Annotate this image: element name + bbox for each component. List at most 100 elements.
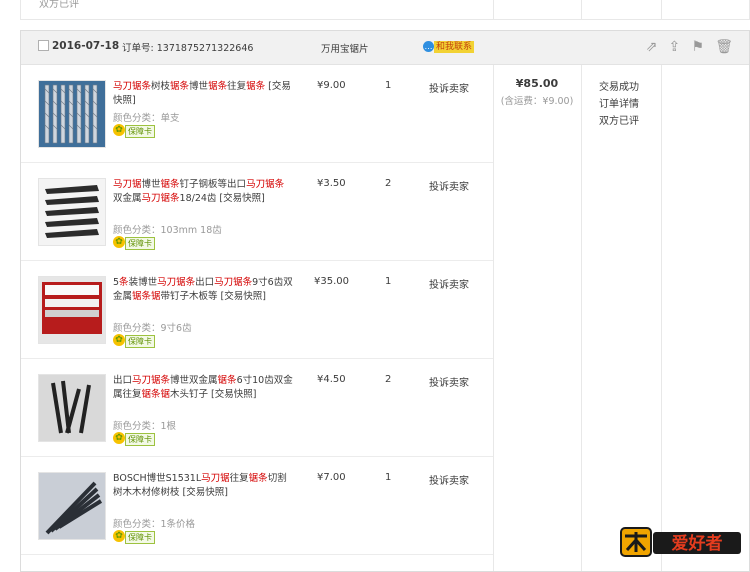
unit-price: ¥35.00 [314,276,349,287]
guarantee-label: 保障卡 [125,125,155,138]
guarantee-label: 保障卡 [125,335,155,348]
sku-info: 颜色分类：单支 [113,110,180,124]
order-actions: ⇗ ⇪ ⚑ 🗑 [638,39,733,55]
review-status-link[interactable]: 双方已评 [599,113,639,130]
unit-price: ¥4.50 [317,374,346,385]
order-select-checkbox[interactable] [38,40,49,51]
sku-value: 103mm 18齿 [160,225,222,236]
sku-info: 颜色分类：1根 [113,418,176,432]
title-segment: 钉子钢板等出口 [179,179,247,190]
title-segment: 往复 [229,473,249,484]
shop-name-link[interactable]: 万用宝锯片 [321,41,369,55]
column-divider [493,65,494,571]
title-segment: 马刀锯条 [141,193,180,204]
order-total: ¥85.00 (含运费：¥9.00) [493,77,581,107]
title-segment: 马刀锯条 [113,81,152,92]
product-thumbnail[interactable] [38,374,106,442]
sku-value: 1根 [160,421,177,432]
order-card: 2016-07-18 订单号: 1371875271322646 万用宝锯片 …… [20,30,750,572]
quantity: 1 [385,80,392,91]
complain-seller-link[interactable]: 投诉卖家 [429,80,469,95]
title-segment: 锯条锯 [141,389,171,400]
order-item-row: 马刀锯博世锯条钉子钢板等出口马刀锯条双金属马刀锯条18/24齿 [交易快照] 颜色… [21,163,493,261]
product-thumbnail[interactable] [38,80,106,148]
sku-label: 颜色分类： [113,519,161,530]
title-segment: 锯条 [248,473,268,484]
logo-text: 爱好者 [672,533,723,554]
shipping-fee: (含运费：¥9.00) [500,96,574,107]
unit-price: ¥9.00 [317,80,346,91]
previous-order-row: 双方已评 [20,0,750,20]
order-item-row: 出口马刀锯条博世双金属锯条6寸10齿双金属往复锯条锯木头钉子 [交易快照] 颜色分… [21,359,493,457]
sku-label: 颜色分类： [113,225,161,236]
sku-value: 9寸6齿 [160,323,192,334]
title-segment: 双金属 [113,193,142,204]
title-segment: 装博世 [128,277,158,288]
guarantee-icon: ✿ [113,236,125,248]
order-header: 2016-07-18 订单号: 1371875271322646 万用宝锯片 …… [21,31,749,65]
title-segment: 锯条 [170,81,190,92]
order-item-row: 5条装博世马刀锯条出口马刀锯条9寸6齿双金属锯条锯带钉子木板等 [交易快照] 颜色… [21,261,493,359]
chat-bubble-icon: … [423,41,434,52]
column-divider [661,65,662,571]
title-segment: 条 [119,277,129,288]
product-title-link[interactable]: 出口马刀锯条博世双金属锯条6寸10齿双金属往复锯条锯木头钉子 [交易快照] [113,374,293,402]
complain-seller-link[interactable]: 投诉卖家 [429,472,469,487]
title-segment: 马刀锯条 [246,179,285,190]
unit-price: ¥3.50 [317,178,346,189]
product-title-link[interactable]: 马刀锯条树枝锯条博世锯条往复锯条 [交易快照] [113,80,293,108]
column-divider [493,0,494,19]
title-segment: 18/24齿 [交易快照] [179,193,265,204]
title-segment: 马刀锯条 [157,277,196,288]
order-status: 交易成功 订单详情 双方已评 [599,79,639,130]
total-price: ¥85.00 [515,77,559,90]
product-thumbnail[interactable] [38,472,106,540]
contact-label: 和我联系 [434,41,475,53]
order-item-row: 马刀锯条树枝锯条博世锯条往复锯条 [交易快照] 颜色分类：单支 ✿ 保障卡 ¥9.00 1… [21,65,493,163]
quantity: 2 [385,178,392,189]
guarantee-icon: ✿ [113,124,125,136]
title-segment: 锯条 [160,179,180,190]
trash-icon[interactable]: 🗑 [715,39,733,55]
sku-label: 颜色分类： [113,323,161,334]
product-title-link[interactable]: BOSCH博世S1531L马刀锯往复锯条切割树木木材修树枝 [交易快照] [113,472,293,500]
complain-seller-link[interactable]: 投诉卖家 [429,276,469,291]
title-segment: BOSCH博世S1531L [113,473,202,484]
guarantee-icon: ✿ [113,530,125,542]
title-segment: 马刀锯 [113,179,142,190]
column-divider [581,65,582,571]
title-segment: 马刀锯条 [214,277,253,288]
order-date: 2016-07-18 [52,40,120,52]
complain-seller-link[interactable]: 投诉卖家 [429,374,469,389]
complain-seller-link[interactable]: 投诉卖家 [429,178,469,193]
guarantee-label: 保障卡 [125,433,155,446]
product-title-link[interactable]: 5条装博世马刀锯条出口马刀锯条9寸6齿双金属锯条锯带钉子木板等 [交易快照] [113,276,293,304]
title-segment: 带钉子木板等 [交易快照] [160,291,266,302]
sku-value: 1条价格 [160,519,196,530]
title-segment: 马刀锯条 [132,375,171,386]
share-icon[interactable]: ⇗ [646,39,658,55]
status-text: 交易成功 [599,82,639,93]
product-thumbnail[interactable] [38,178,106,246]
title-segment: 树枝 [151,81,171,92]
title-segment: 木头钉子 [交易快照] [170,389,257,400]
title-segment: 博世 [189,81,209,92]
order-detail-link[interactable]: 订单详情 [599,96,639,113]
title-segment: 锯条 [246,81,266,92]
site-logo: 爱好者 [617,522,745,560]
guarantee-label: 保障卡 [125,531,155,544]
quantity: 1 [385,276,392,287]
sku-info: 颜色分类：9寸6齿 [113,320,192,334]
product-thumbnail[interactable] [38,276,106,344]
sku-value: 单支 [160,113,180,124]
upload-icon[interactable]: ⇪ [669,39,681,55]
sku-label: 颜色分类： [113,113,161,124]
title-segment: 博世 [141,179,161,190]
guarantee-icon: ✿ [113,334,125,346]
sku-info: 颜色分类：1条价格 [113,516,195,530]
flag-icon[interactable]: ⚑ [691,39,704,55]
title-segment: 锯条 [217,375,237,386]
product-title-link[interactable]: 马刀锯博世锯条钉子钢板等出口马刀锯条双金属马刀锯条18/24齿 [交易快照] [113,178,293,206]
guarantee-label: 保障卡 [125,237,155,250]
previous-order-status: 双方已评 [39,0,79,10]
